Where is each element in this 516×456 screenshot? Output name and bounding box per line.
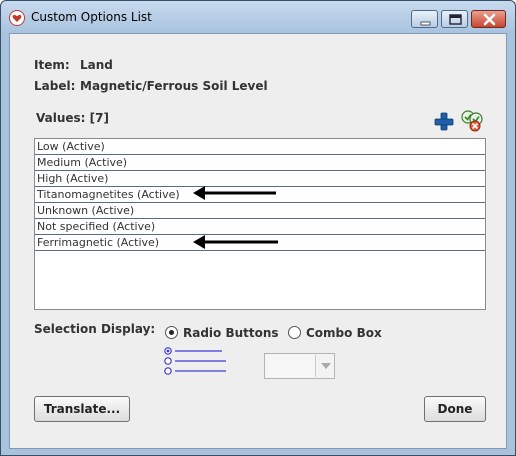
remove-value-button[interactable] bbox=[460, 109, 483, 132]
dialog-window: Custom Options List Item: Land Label: Ma… bbox=[0, 0, 516, 456]
label-label: Label: bbox=[34, 79, 76, 93]
chevron-down-icon bbox=[321, 363, 331, 369]
minimize-icon bbox=[420, 21, 431, 26]
window-title: Custom Options List bbox=[31, 10, 152, 24]
combo-box-option[interactable] bbox=[288, 326, 301, 339]
label-value: Magnetic/Ferrous Soil Level bbox=[80, 79, 268, 93]
done-button[interactable]: Done bbox=[424, 396, 486, 422]
combo-box-label[interactable]: Combo Box bbox=[306, 326, 382, 340]
delete-icon bbox=[461, 110, 483, 132]
title-bar[interactable]: Custom Options List bbox=[1, 1, 515, 33]
translate-button[interactable]: Translate... bbox=[34, 396, 130, 422]
item-value: Land bbox=[80, 58, 113, 72]
list-item[interactable]: High (Active) bbox=[35, 171, 485, 187]
left-arrow-icon bbox=[193, 186, 276, 200]
radio-preview-icon bbox=[164, 347, 226, 375]
radio-buttons-option[interactable] bbox=[165, 326, 178, 339]
list-item[interactable]: Not specified (Active) bbox=[35, 219, 485, 235]
combo-preview bbox=[264, 353, 335, 379]
plus-icon bbox=[434, 112, 454, 131]
dialog-content: Item: Land Label: Magnetic/Ferrous Soil … bbox=[9, 33, 507, 449]
minimize-button[interactable] bbox=[411, 10, 438, 28]
list-item[interactable]: Medium (Active) bbox=[35, 155, 485, 171]
combo-preview-field bbox=[266, 355, 316, 377]
list-item[interactable]: Unknown (Active) bbox=[35, 203, 485, 219]
maximize-button[interactable] bbox=[441, 10, 468, 28]
selection-display-label: Selection Display: bbox=[34, 322, 156, 336]
close-icon bbox=[483, 13, 496, 26]
add-value-button[interactable] bbox=[433, 110, 455, 132]
left-arrow-icon bbox=[193, 235, 278, 249]
radio-buttons-label[interactable]: Radio Buttons bbox=[183, 326, 279, 340]
values-list[interactable]: Low (Active) Medium (Active) High (Activ… bbox=[34, 138, 486, 310]
list-item[interactable]: Low (Active) bbox=[35, 139, 485, 155]
heart-icon bbox=[9, 10, 25, 26]
close-button[interactable] bbox=[471, 10, 506, 28]
item-label: Item: bbox=[34, 58, 70, 72]
maximize-icon bbox=[449, 14, 462, 25]
values-header: Values: [7] bbox=[36, 111, 109, 125]
